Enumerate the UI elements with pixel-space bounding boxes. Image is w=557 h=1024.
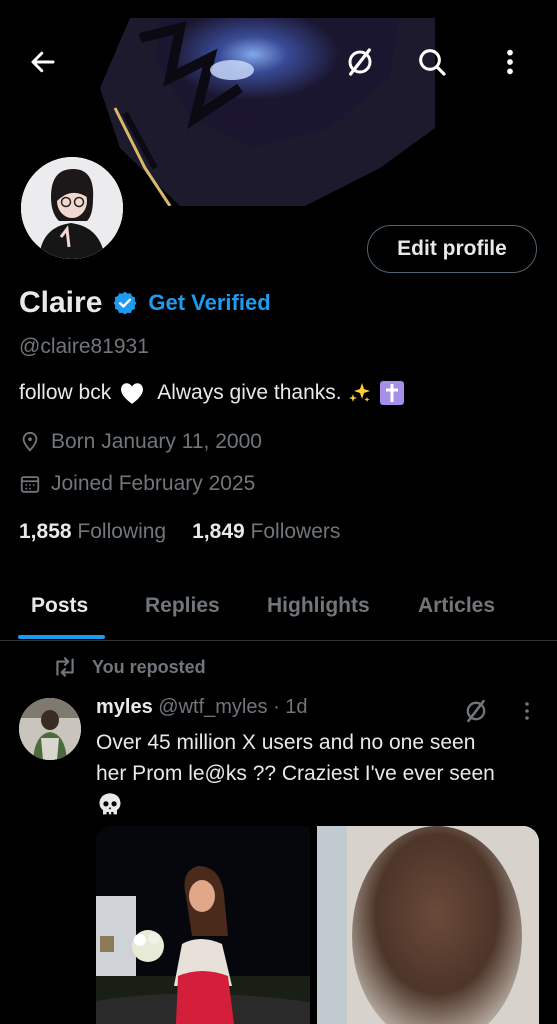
- birthday-row: Born January 11, 2000: [19, 430, 262, 454]
- profile-handle: @claire81931: [19, 335, 149, 358]
- status-bar: [0, 0, 557, 12]
- tab-replies[interactable]: Replies: [145, 594, 220, 618]
- followers-link[interactable]: 1,849 Followers: [192, 520, 340, 544]
- profile-name: Claire: [19, 286, 103, 319]
- tab-highlights[interactable]: Highlights: [267, 594, 370, 618]
- grok-post-icon[interactable]: [462, 697, 490, 725]
- profile-bio: follow bck Always give thanks.: [19, 381, 404, 405]
- followers-label: Followers: [250, 520, 341, 543]
- get-verified-link[interactable]: Get Verified: [148, 290, 270, 316]
- grok-button[interactable]: [338, 40, 382, 84]
- bio-text-2: Always give thanks.: [157, 381, 342, 404]
- grok-slash-icon: [348, 48, 372, 76]
- post-timestamp[interactable]: · 1d: [273, 696, 307, 718]
- post-media-2[interactable]: [317, 826, 539, 1024]
- search-button[interactable]: [410, 40, 454, 84]
- joined-row: Joined February 2025: [19, 472, 255, 496]
- avatar: [21, 157, 123, 259]
- repost-label: You reposted: [92, 656, 206, 677]
- tab-posts[interactable]: Posts: [31, 594, 88, 618]
- following-count: 1,858: [19, 520, 72, 543]
- latin-cross-icon: [379, 381, 404, 405]
- repost-indicator: You reposted: [52, 656, 206, 678]
- avatar-image: [21, 157, 123, 259]
- more-button[interactable]: [488, 40, 532, 84]
- sparkles-icon: [348, 383, 370, 402]
- white-heart-icon: [121, 383, 144, 404]
- edit-profile-button[interactable]: Edit profile: [367, 225, 537, 273]
- post-header: myles @wtf_myles · 1d: [96, 696, 308, 719]
- back-button[interactable]: [21, 40, 65, 84]
- post-more-icon[interactable]: [515, 698, 539, 724]
- joined-text: Joined February 2025: [51, 472, 256, 495]
- profile-name-row: Claire Get Verified: [19, 286, 271, 320]
- repost-icon: [56, 657, 74, 677]
- follow-stats: 1,858 Following 1,849 Followers: [19, 520, 366, 544]
- tab-articles[interactable]: Articles: [418, 594, 495, 618]
- arrow-left-icon: [31, 51, 55, 73]
- blurred-photo: [317, 826, 539, 1024]
- following-label: Following: [77, 520, 167, 543]
- followers-count: 1,849: [192, 520, 245, 543]
- author-avatar-image: [19, 698, 81, 760]
- post-author-handle[interactable]: @wtf_myles: [158, 696, 267, 718]
- banner-image: [100, 18, 435, 206]
- prom-photo: [96, 826, 310, 1024]
- location-pin-icon: [22, 431, 38, 452]
- skull-icon: [99, 793, 121, 815]
- post-author-avatar[interactable]: [19, 698, 81, 760]
- following-link[interactable]: 1,858 Following: [19, 520, 166, 544]
- post-author-name[interactable]: myles: [96, 696, 153, 718]
- profile-tabs: Posts Replies Highlights Articles: [0, 580, 557, 641]
- bio-text-1: follow bck: [19, 381, 112, 404]
- post-media-1[interactable]: [96, 826, 310, 1024]
- post-text-line-1: Over 45 million X users and no one seen: [96, 731, 476, 754]
- birthday-text: Born January 11, 2000: [51, 430, 262, 453]
- profile-avatar[interactable]: [18, 154, 126, 262]
- post-text-line-2: her Prom le@ks ?? Craziest I've ever see…: [96, 762, 495, 785]
- verified-badge-icon: [114, 291, 137, 315]
- search-icon: [419, 49, 446, 76]
- calendar-icon: [20, 476, 40, 493]
- active-tab-indicator: [18, 635, 105, 639]
- post-body: Over 45 million X users and no one seen …: [96, 727, 546, 828]
- more-vertical-icon: [507, 49, 513, 75]
